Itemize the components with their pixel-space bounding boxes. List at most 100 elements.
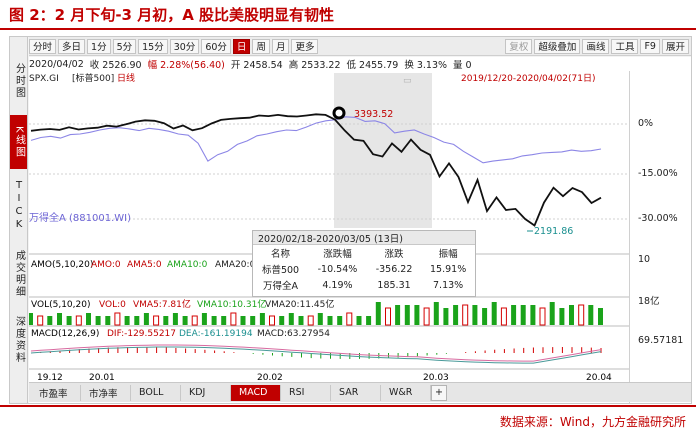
pct-tick-label: 0% xyxy=(638,118,654,129)
quote-close: 收 2526.90 xyxy=(89,60,142,71)
adjust-button[interactable]: 复权 xyxy=(505,38,533,54)
amo-name: AMO(5,10,20) xyxy=(31,260,93,270)
sidebar-item-trade-detail[interactable]: 成交明细 xyxy=(10,242,27,306)
sidebar-item-timeshare[interactable]: 分时图 xyxy=(10,57,27,105)
volume-bar xyxy=(453,305,459,325)
pct-tick-label: -15.00% xyxy=(638,168,678,179)
ama5-value: AMA5:0 xyxy=(127,260,162,270)
add-tab-icon[interactable]: + xyxy=(431,384,447,401)
volume-bar xyxy=(588,305,594,325)
volume-bar xyxy=(443,308,449,325)
volume-bar xyxy=(240,316,246,325)
period-button-15min[interactable]: 15分 xyxy=(138,38,168,54)
volume-bar xyxy=(269,315,275,326)
volume-bar xyxy=(201,313,207,325)
popup-cell: -356.22 xyxy=(375,263,413,275)
quote-volume: 量 0 xyxy=(453,60,472,71)
volume-bar xyxy=(95,316,101,325)
volume-bar xyxy=(153,315,160,326)
chart-window: 分时图 K线图 TICK 成交明细 深度资料 分时 多日 1分 5分 15分 3… xyxy=(9,36,692,404)
volume-bar xyxy=(385,307,391,326)
volume-bar xyxy=(549,302,555,325)
sidebar-item-label: 深度资料 xyxy=(13,316,25,364)
sidebar-item-tick[interactable]: TICK xyxy=(10,173,27,239)
volume-bar xyxy=(298,316,304,325)
period-button-5min[interactable]: 5分 xyxy=(112,38,137,54)
series-period: 日线 xyxy=(117,72,135,84)
volume-bar xyxy=(356,316,362,325)
tools-button[interactable]: 工具 xyxy=(611,38,639,54)
spx-line xyxy=(30,113,602,227)
macd-macd-value: MACD:63.27954 xyxy=(257,329,330,339)
volume-bar xyxy=(539,307,546,326)
tab-sar[interactable]: SAR xyxy=(331,384,381,401)
sidebar-item-depth-data[interactable]: 深度资料 xyxy=(10,309,27,371)
volume-bar xyxy=(221,316,227,325)
volume-bar xyxy=(114,312,121,326)
volume-bar xyxy=(346,312,353,326)
volume-bar xyxy=(259,313,265,325)
popup-cell: 4.19% xyxy=(322,279,353,291)
sidebar-item-label: K线图 xyxy=(13,125,25,159)
volume-bar xyxy=(163,316,169,325)
vol-unit-label: 18亿 xyxy=(638,296,660,307)
volume-bar xyxy=(279,316,285,325)
volume-bar xyxy=(559,308,565,325)
figure-title: 图 2：2 月下旬-3 月初，A 股比美股明显有韧性 xyxy=(0,0,696,30)
f9-button[interactable]: F9 xyxy=(640,38,660,54)
tab-wr[interactable]: W&R xyxy=(381,384,431,401)
volume-bar xyxy=(66,316,72,325)
volume-bar xyxy=(404,305,410,325)
sidebar-item-label: TICK xyxy=(13,180,25,232)
vol-name: VOL(5,10,20) xyxy=(31,300,90,310)
tab-pe[interactable]: 市盈率 xyxy=(31,384,81,401)
tab-pb[interactable]: 市净率 xyxy=(81,384,131,401)
period-button-1min[interactable]: 1分 xyxy=(87,38,111,54)
period-button-timeshare[interactable]: 分时 xyxy=(29,38,57,54)
period-button-day[interactable]: 日 xyxy=(232,38,251,54)
volume-bar xyxy=(75,315,82,326)
figure-footer: 数据来源：Wind，九方金融研究所 xyxy=(0,405,696,435)
volume-bar xyxy=(482,308,488,325)
overlay-button[interactable]: 超级叠加 xyxy=(534,38,581,54)
tab-macd[interactable]: MACD xyxy=(231,384,281,401)
volume-bar xyxy=(317,313,323,325)
macd-name: MACD(12,26,9) xyxy=(31,329,99,339)
popup-cell: 185.31 xyxy=(377,279,411,291)
quote-info-bar: 2020/04/02 收 2526.90 幅 2.28%(56.40) 开 24… xyxy=(29,57,691,71)
volume-bar xyxy=(569,305,574,325)
volume-bar xyxy=(143,313,149,325)
quote-turnover: 换 3.13% xyxy=(404,60,448,71)
tab-kdj[interactable]: KDJ xyxy=(181,384,231,401)
popup-cell: 万得全A xyxy=(263,281,299,292)
volume-bar xyxy=(366,316,372,325)
macd-dif-line xyxy=(30,344,602,362)
period-button-60min[interactable]: 60分 xyxy=(201,38,231,54)
crosshair-marker[interactable] xyxy=(332,106,346,120)
vol-value: VOL:0 xyxy=(99,300,126,310)
selection-range[interactable] xyxy=(334,73,432,228)
expand-button[interactable]: 展开 xyxy=(661,38,689,54)
volume-bar xyxy=(191,315,198,326)
period-button-more[interactable]: 更多 xyxy=(291,38,319,54)
tab-rsi[interactable]: RSI xyxy=(281,384,331,401)
tab-boll[interactable]: BOLL xyxy=(131,384,181,401)
range-stats-popup: 2020/02/18-2020/03/05 (13日) 名称 涨跌幅 涨跌 振幅… xyxy=(252,230,476,297)
draw-line-button[interactable]: 画线 xyxy=(582,38,610,54)
macd-dea-value: DEA:-161.19194 xyxy=(179,329,253,339)
macd-tick-label: 69.57181 xyxy=(638,335,684,346)
period-button-30min[interactable]: 30分 xyxy=(169,38,200,54)
period-button-week[interactable]: 周 xyxy=(252,38,270,54)
volume-bar xyxy=(288,313,294,325)
period-button-multiday[interactable]: 多日 xyxy=(58,38,86,54)
popup-cell: -10.54% xyxy=(317,263,358,275)
volume-bar xyxy=(327,316,333,325)
indicator-tabs: 市盈率 市净率 BOLL KDJ MACD RSI SAR W&R + xyxy=(29,382,691,402)
sidebar-item-kline[interactable]: K线图 xyxy=(10,115,27,169)
period-button-month[interactable]: 月 xyxy=(271,38,290,54)
volume-bar xyxy=(433,302,439,325)
sidebar-item-label: 成交明细 xyxy=(13,250,25,298)
volume-bar xyxy=(337,316,343,325)
macd-dif-value: DIF:-129.55217 xyxy=(107,329,176,339)
volume-bar xyxy=(491,302,497,325)
